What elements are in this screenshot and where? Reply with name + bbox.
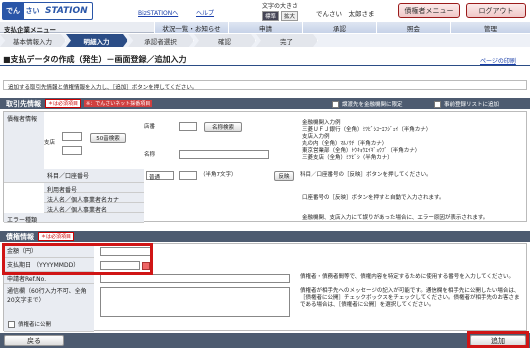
reflect-button[interactable]: 反映	[274, 171, 294, 181]
print-page-link[interactable]: ページの印刷	[480, 56, 516, 65]
global-nav: 支払企業メニュー 状況一覧・お知らせ 申請 承認 照会 管理	[0, 22, 530, 34]
nav-area-title: 支払企業メニュー	[4, 26, 56, 34]
branch-code-input[interactable]	[62, 146, 82, 155]
memo-note: 債権者が相手先へのメッセージの記入が可能です。通信欄を相手先に公開したい場合は、…	[300, 288, 520, 308]
branch-number-input[interactable]	[179, 122, 197, 131]
title-divider	[0, 65, 530, 66]
example-line: 三菱支店（全角）ﾐﾂﾋﾞｼ（半角カナ）	[302, 155, 393, 161]
account-number-input[interactable]	[179, 171, 197, 180]
nav-item-inquiry[interactable]: 照会	[376, 22, 450, 33]
name-label: 名称	[144, 152, 156, 158]
ref-no-note: 債権者・債務者間等で、債権内容を特定するために使用する番号を入力してください。	[300, 274, 514, 280]
payee-section-header: 取引先情報 ＊は必須項目 ※：でんさいネット採番項目 譲渡先を金融機関に限定 事…	[0, 98, 530, 109]
branch-number-label: 店番	[144, 124, 156, 130]
corp-name-label: 法人名／個人事業者名	[44, 203, 144, 214]
back-button[interactable]: 戻る	[4, 335, 64, 346]
example-line: 金融機関入力例	[302, 120, 341, 126]
highlight-box	[2, 243, 153, 275]
bank-code-input[interactable]	[62, 132, 82, 141]
footer-bar: 戻る 追加	[0, 333, 530, 348]
name-search-button[interactable]: 名称検索	[204, 122, 242, 132]
payee-form: 債権者情報 支店 50音検索 店番 名称検索 名称 科目／口座番号 普通 （半角…	[3, 111, 527, 224]
logo-char-2: さい	[23, 3, 41, 19]
step-detail-input: 明細入力	[66, 34, 128, 47]
checkbox-box	[434, 100, 441, 108]
instruction-note: 追加する取引先情報と債権情報を入力し、［追加］ボタンを押してください。	[3, 80, 527, 91]
error-note: 金融機関、支店入力にて誤りがあった場合に、エラー原因が表示されます。	[302, 215, 489, 221]
highlight-box	[467, 331, 529, 348]
example-line: 東京営業部（全角）ﾄｳｷｮｳｴｲｷﾞｮｳﾌﾞ（半角カナ）	[302, 148, 421, 154]
bank-search-button[interactable]: 50音検索	[90, 133, 126, 143]
bond-section-title: 債権情報	[6, 232, 34, 241]
example-line: 三菱ＵＦＪ銀行（全角）ﾐﾂﾋﾞｼﾕｰｴﾌｼﾞｪｲ（半角カナ）	[302, 127, 432, 133]
logout-button[interactable]: ログアウト	[466, 3, 526, 18]
header: でん さい STATION BizSTATIONへ ヘルプ 文字の大きさ 標準拡…	[0, 0, 530, 22]
checkbox-box	[8, 320, 15, 328]
account-label: 科目／口座番号	[44, 169, 144, 183]
help-link[interactable]: ヘルプ	[196, 8, 214, 17]
memo-textarea[interactable]	[100, 287, 290, 317]
step-confirm: 確認	[194, 34, 256, 47]
nav-item-approve[interactable]: 承認	[302, 22, 376, 33]
account-type-select[interactable]: 普通	[146, 171, 174, 181]
required-tag: ＊は必須項目	[45, 99, 82, 108]
creditor-menu-button[interactable]: 債権者メニュー	[398, 3, 460, 18]
half-width-hint: （半角7文字）	[200, 172, 237, 178]
error-type-label: エラー種類	[4, 213, 144, 224]
example-line: 支店入力例	[302, 134, 330, 140]
step-approver: 承認者選択	[128, 34, 194, 47]
corp-name-kana-label: 法人名／個人事業者名カナ	[44, 193, 144, 204]
restrict-transfer-label: 譲渡先を金融機関に限定	[342, 102, 403, 108]
font-size-label: 文字の大きさ	[261, 3, 298, 10]
checkbox-box	[332, 100, 339, 108]
add-to-list-checkbox[interactable]: 事前登録リストに追加	[434, 100, 499, 108]
public-to-creditor-label: 債権者に公開	[18, 322, 52, 328]
logo-char-1: でん	[3, 3, 23, 19]
step-progress: 基本情報入力 明細入力 承認者選択 確認 完了	[0, 34, 530, 47]
branch-name-input[interactable]	[179, 150, 269, 159]
bond-section-header: 債権情報 ＊は必須項目	[0, 231, 530, 242]
net-assigned-tag: ※：でんさいネット採番項目	[84, 100, 153, 107]
restrict-transfer-checkbox[interactable]: 譲渡先を金融機関に限定	[332, 100, 403, 108]
payee-section-title: 取引先情報	[6, 99, 41, 108]
required-tag: ＊は必須項目	[38, 232, 75, 241]
user-name: でんさい 太郎さま	[316, 10, 375, 18]
creditor-info-label: 債権者情報	[4, 112, 44, 183]
bizstation-link[interactable]: BizSTATIONへ	[138, 8, 178, 17]
nav-item-manage[interactable]: 管理	[450, 22, 530, 33]
reflect-hint: 科目／口座番号の［反映］ボタンを押してください。	[300, 172, 432, 178]
user-number-label: 利用者番号	[44, 183, 144, 194]
page-title: ■支払データの作成（発生）－画面登録／追加入力	[3, 55, 187, 64]
bank-label: 支店	[44, 140, 56, 146]
nav-item-status[interactable]: 状況一覧・お知らせ	[154, 22, 228, 33]
font-size-large-button[interactable]: 拡大	[281, 11, 299, 21]
step-basic-info: 基本情報入力	[0, 34, 66, 47]
densai-station-logo: でん さい STATION	[2, 2, 93, 20]
ref-no-input[interactable]	[100, 274, 290, 283]
add-to-list-label: 事前登録リストに追加	[444, 102, 500, 108]
logo-station-text: STATION	[45, 6, 88, 16]
input-examples: 金融機関入力例 三菱ＵＦＪ銀行（全角）ﾐﾂﾋﾞｼﾕｰｴﾌｼﾞｪｲ（半角カナ） 支…	[302, 120, 431, 162]
font-size-selector: 文字の大きさ 標準 拡大	[255, 1, 305, 22]
step-complete: 完了	[256, 34, 318, 47]
nav-item-apply[interactable]: 申請	[228, 22, 302, 33]
auto-fill-note: 口座番号の［反映］ボタンを押すと自動で入力されます。	[302, 195, 445, 201]
example-line: 丸の内（全角）ﾏﾙﾉｳﾁ（半角カナ）	[302, 141, 388, 147]
font-size-standard-button[interactable]: 標準	[261, 11, 279, 21]
public-to-creditor-checkbox[interactable]: 債権者に公開	[8, 320, 51, 328]
